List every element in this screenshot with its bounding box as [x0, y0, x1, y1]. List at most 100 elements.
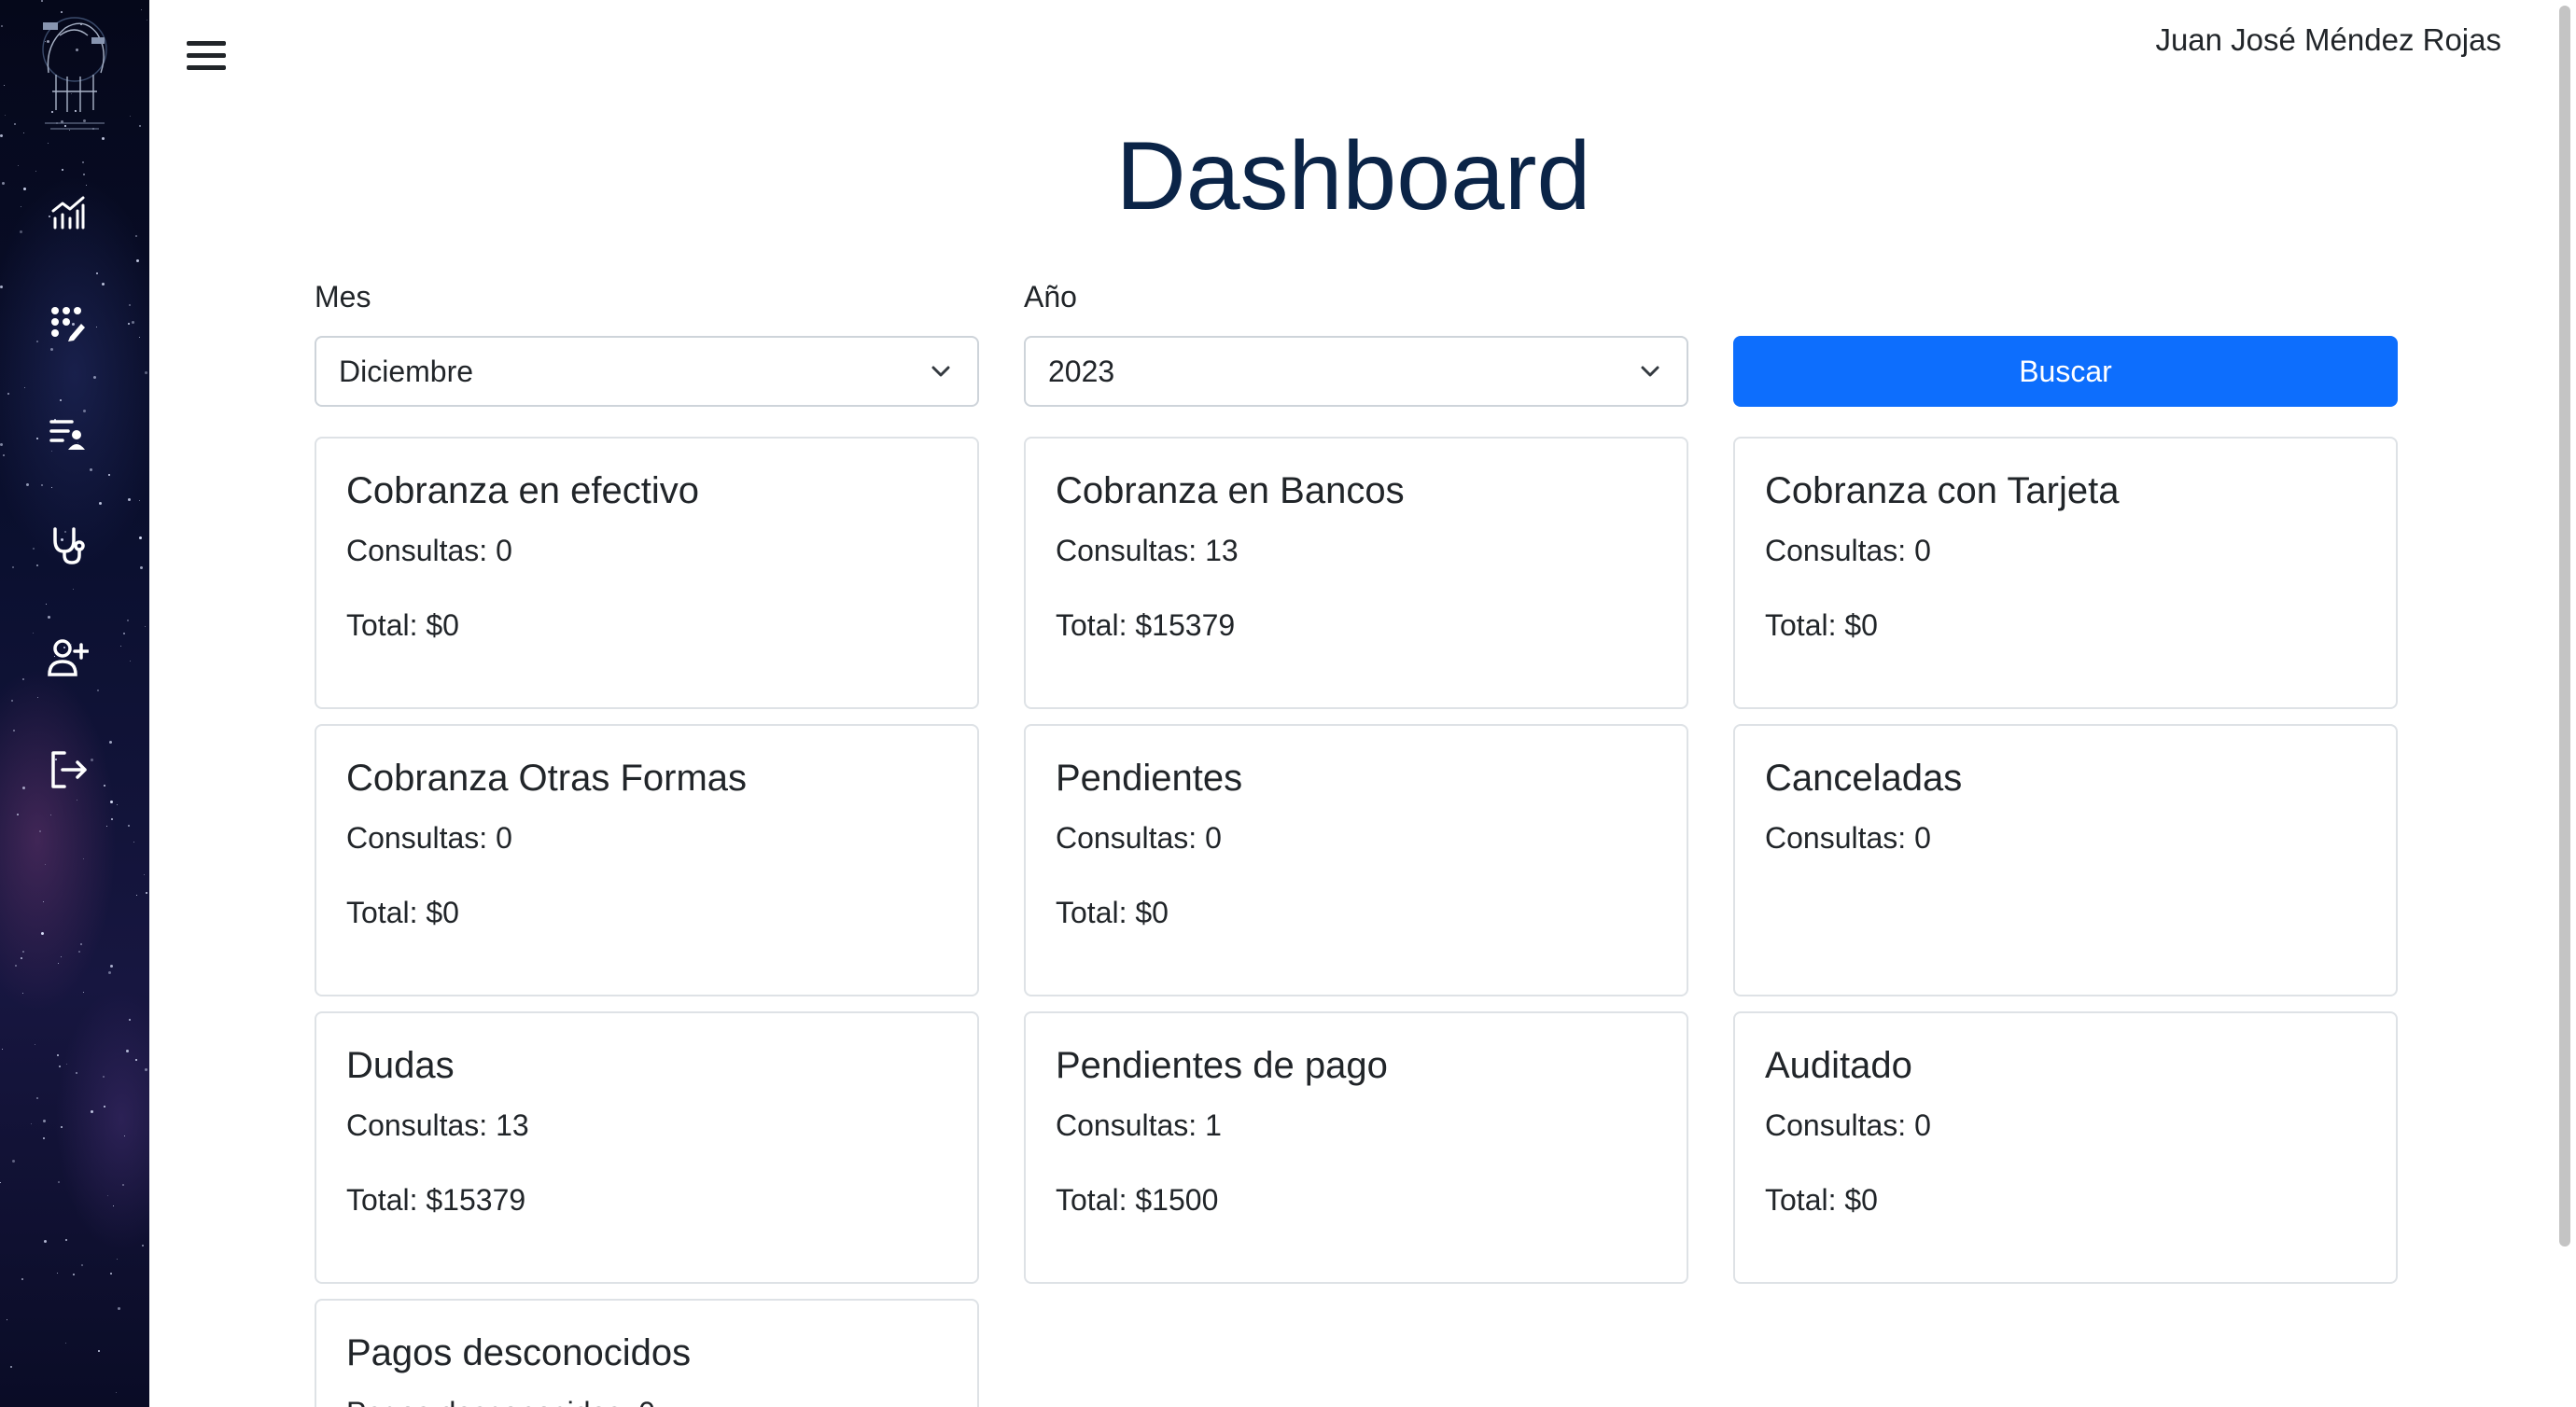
star — [80, 943, 82, 945]
star — [102, 283, 105, 286]
card-consultas: Consultas: 0 — [346, 534, 512, 567]
star — [22, 951, 24, 953]
star — [36, 341, 38, 342]
card-title: Pendientes — [1056, 758, 1243, 799]
month-label: Mes — [315, 280, 371, 313]
card-pendientes-pago: Pendientes de pago Consultas: 1 Total: $… — [1024, 1011, 1688, 1284]
star — [7, 393, 9, 395]
star — [111, 818, 113, 820]
star — [26, 483, 29, 486]
star — [123, 633, 125, 634]
star — [78, 951, 80, 953]
star — [104, 1106, 105, 1107]
card-dudas: Dudas Consultas: 13 Total: $15379 — [315, 1011, 979, 1284]
star — [113, 1205, 114, 1206]
star — [145, 371, 147, 374]
star — [33, 548, 35, 550]
star — [97, 690, 99, 691]
star — [130, 116, 131, 117]
star — [2, 182, 5, 185]
star — [139, 500, 140, 501]
star — [129, 304, 131, 306]
star — [50, 348, 53, 351]
star — [41, 0, 43, 2]
star — [117, 1259, 118, 1260]
grid-edit-icon[interactable] — [45, 300, 91, 347]
card-consultas: Consultas: 13 — [346, 1108, 529, 1142]
card-auditado: Auditado Consultas: 0 Total: $0 — [1733, 1011, 2398, 1284]
star — [104, 785, 105, 787]
star — [81, 1264, 83, 1266]
card-title: Auditado — [1765, 1045, 1912, 1086]
scrollbar-track[interactable] — [2552, 0, 2576, 1407]
card-canceladas: Canceladas Consultas: 0 — [1733, 724, 2398, 996]
star — [145, 626, 146, 627]
star — [43, 901, 44, 902]
star — [73, 589, 74, 590]
star — [0, 1182, 1, 1183]
star — [58, 1181, 60, 1183]
card-total: Total: $0 — [346, 896, 459, 929]
card-total: Total: $0 — [1765, 608, 1878, 642]
star — [83, 174, 85, 175]
stethoscope-icon[interactable] — [45, 522, 91, 569]
star — [93, 376, 96, 379]
month-select[interactable]: Diciembre — [315, 336, 979, 407]
star — [12, 566, 14, 568]
card-title: Canceladas — [1765, 758, 1963, 799]
card-pagos-desconocidos: Pagos desconocidos Pagos desconocidos: 0 — [315, 1299, 979, 1407]
star — [110, 965, 113, 968]
star — [48, 143, 49, 144]
star — [128, 825, 130, 827]
star — [31, 1123, 32, 1124]
star — [23, 132, 24, 133]
star — [122, 1184, 124, 1186]
search-button[interactable]: Buscar — [1733, 336, 2398, 407]
star — [15, 965, 17, 967]
star — [73, 1274, 75, 1275]
star — [130, 661, 131, 662]
star — [20, 230, 22, 233]
card-consultas: Pagos desconocidos: 0 — [346, 1396, 655, 1407]
chart-line-icon[interactable] — [45, 189, 91, 236]
star — [3, 454, 5, 456]
list-user-icon[interactable] — [45, 411, 91, 458]
scrollbar-thumb[interactable] — [2559, 6, 2570, 1247]
star — [18, 165, 19, 166]
logout-icon[interactable] — [45, 746, 91, 793]
card-pendientes: Pendientes Consultas: 0 Total: $0 — [1024, 724, 1688, 996]
star — [43, 1137, 45, 1139]
star — [107, 1195, 108, 1196]
star — [48, 616, 50, 619]
star — [36, 1097, 38, 1099]
star — [116, 1392, 117, 1393]
star — [57, 1273, 58, 1274]
menu-toggle-button[interactable] — [187, 41, 226, 78]
star — [132, 321, 134, 324]
star — [144, 874, 145, 875]
star — [146, 892, 147, 894]
user-add-icon[interactable] — [45, 634, 91, 681]
card-total: Total: $0 — [1765, 1183, 1878, 1217]
card-consultas: Consultas: 1 — [1056, 1108, 1222, 1142]
star — [102, 137, 105, 140]
star — [44, 1240, 47, 1243]
star — [14, 123, 16, 125]
year-select[interactable]: 2023 — [1024, 336, 1688, 407]
star — [99, 502, 102, 505]
star — [142, 1245, 144, 1247]
card-cobranza-tarjeta: Cobranza con Tarjeta Consultas: 0 Total:… — [1733, 437, 2398, 709]
star — [124, 1135, 125, 1136]
card-title: Cobranza en efectivo — [346, 470, 700, 511]
star — [59, 1066, 61, 1067]
card-consultas: Consultas: 0 — [346, 821, 512, 855]
star — [136, 259, 139, 262]
star — [108, 971, 111, 974]
card-title: Cobranza en Bancos — [1056, 470, 1405, 511]
card-title: Dudas — [346, 1045, 455, 1086]
star — [91, 1110, 93, 1113]
star — [12, 1160, 15, 1163]
star — [46, 604, 47, 605]
star — [140, 566, 143, 569]
star — [128, 323, 130, 325]
